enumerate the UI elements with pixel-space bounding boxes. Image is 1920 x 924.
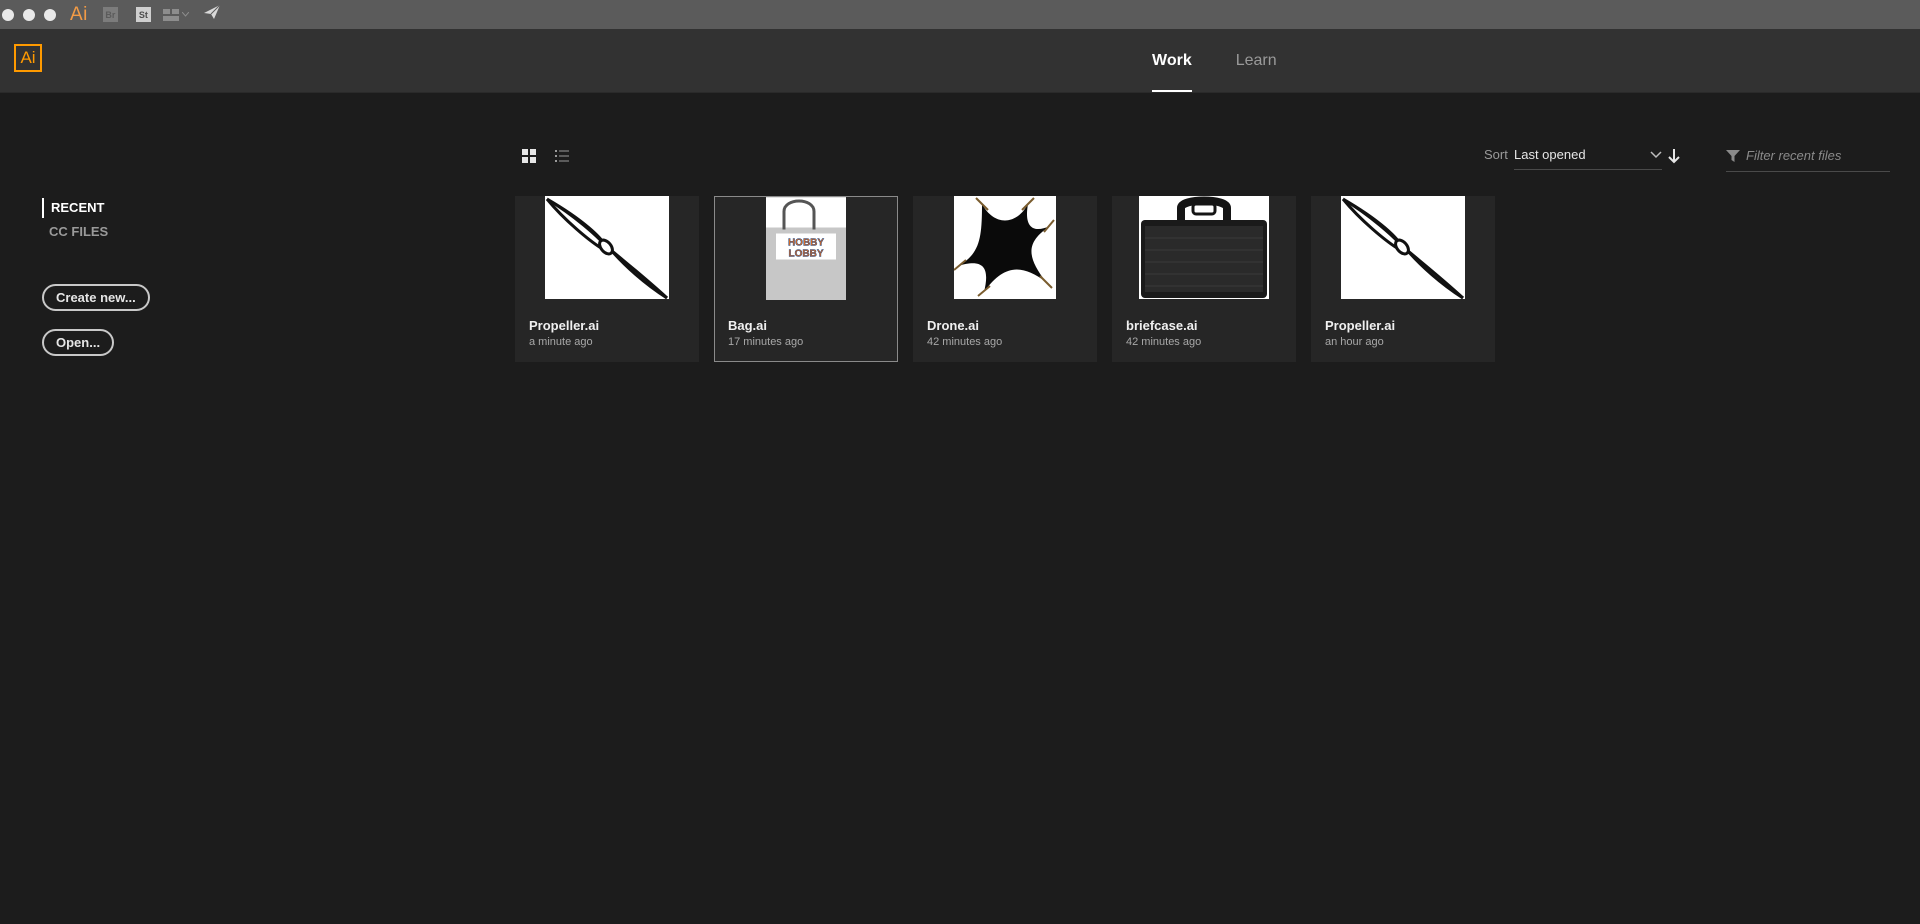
file-time: 42 minutes ago [927, 336, 1003, 348]
file-name: Propeller.ai [529, 318, 600, 333]
svg-text:HOBBY: HOBBY [788, 238, 824, 249]
file-time: a minute ago [529, 336, 593, 348]
tab-learn[interactable]: Learn [1236, 29, 1277, 92]
close-window-button[interactable] [2, 8, 14, 21]
file-name: Bag.ai [728, 318, 768, 333]
propeller-thumbnail [1341, 196, 1465, 299]
drone-thumbnail [954, 196, 1056, 299]
header: Ai Work Learn [0, 29, 1920, 93]
zoom-window-button[interactable] [44, 8, 56, 21]
create-new-button[interactable]: Create new... [42, 284, 150, 311]
svg-text:LOBBY: LOBBY [789, 249, 824, 260]
open-button[interactable]: Open... [42, 329, 115, 356]
file-time: an hour ago [1325, 336, 1384, 348]
workspace-switcher[interactable] [162, 8, 189, 21]
file-name: Propeller.ai [1325, 318, 1396, 333]
illustrator-logo: Ai [14, 44, 42, 72]
file-name: Drone.ai [927, 318, 980, 333]
briefcase-thumbnail [1139, 196, 1269, 299]
workspace-icon [162, 8, 179, 21]
file-time: 17 minutes ago [728, 336, 804, 348]
file-time: 42 minutes ago [1126, 336, 1202, 348]
send-icon[interactable] [203, 4, 221, 25]
minimize-window-button[interactable] [23, 8, 35, 21]
file-card[interactable]: Drone.ai 42 minutes ago [913, 196, 1097, 362]
stock-icon[interactable]: St [135, 7, 151, 22]
sort-label: Sort [1484, 147, 1508, 162]
chevron-down-icon [181, 12, 189, 17]
filter-icon [1726, 149, 1740, 162]
tab-work[interactable]: Work [1152, 29, 1192, 92]
system-bar: Ai Br St [0, 0, 1920, 29]
sort-value: Last opened [1514, 147, 1586, 162]
recent-files-grid: Propeller.ai a minute ago HOBBY LOBBY Ba… [515, 196, 1495, 362]
sort-dropdown[interactable]: Last opened [1514, 140, 1662, 170]
nav-cc-files[interactable]: CC FILES [49, 222, 108, 242]
file-card[interactable]: Propeller.ai an hour ago [1311, 196, 1495, 362]
file-card[interactable]: briefcase.ai 42 minutes ago [1112, 196, 1296, 362]
propeller-thumbnail [545, 196, 669, 299]
app-switcher-ai[interactable]: Ai [70, 4, 88, 26]
filter-input[interactable] [1744, 147, 1888, 164]
bridge-icon[interactable]: Br [102, 7, 118, 22]
file-name: briefcase.ai [1126, 318, 1198, 333]
filter-field[interactable] [1726, 140, 1890, 172]
list-view-icon[interactable] [554, 148, 570, 164]
file-card[interactable]: HOBBY LOBBY Bag.ai 17 minutes ago [714, 196, 898, 362]
file-card[interactable]: Propeller.ai a minute ago [515, 196, 699, 362]
window-controls [2, 8, 56, 21]
nav-recent[interactable]: RECENT [42, 198, 104, 218]
grid-view-icon[interactable] [521, 148, 537, 164]
bag-thumbnail: HOBBY LOBBY [766, 197, 846, 300]
main-tabs: Work Learn [1152, 29, 1321, 92]
sort-direction-icon[interactable] [1667, 148, 1681, 164]
chevron-down-icon [1650, 150, 1662, 158]
